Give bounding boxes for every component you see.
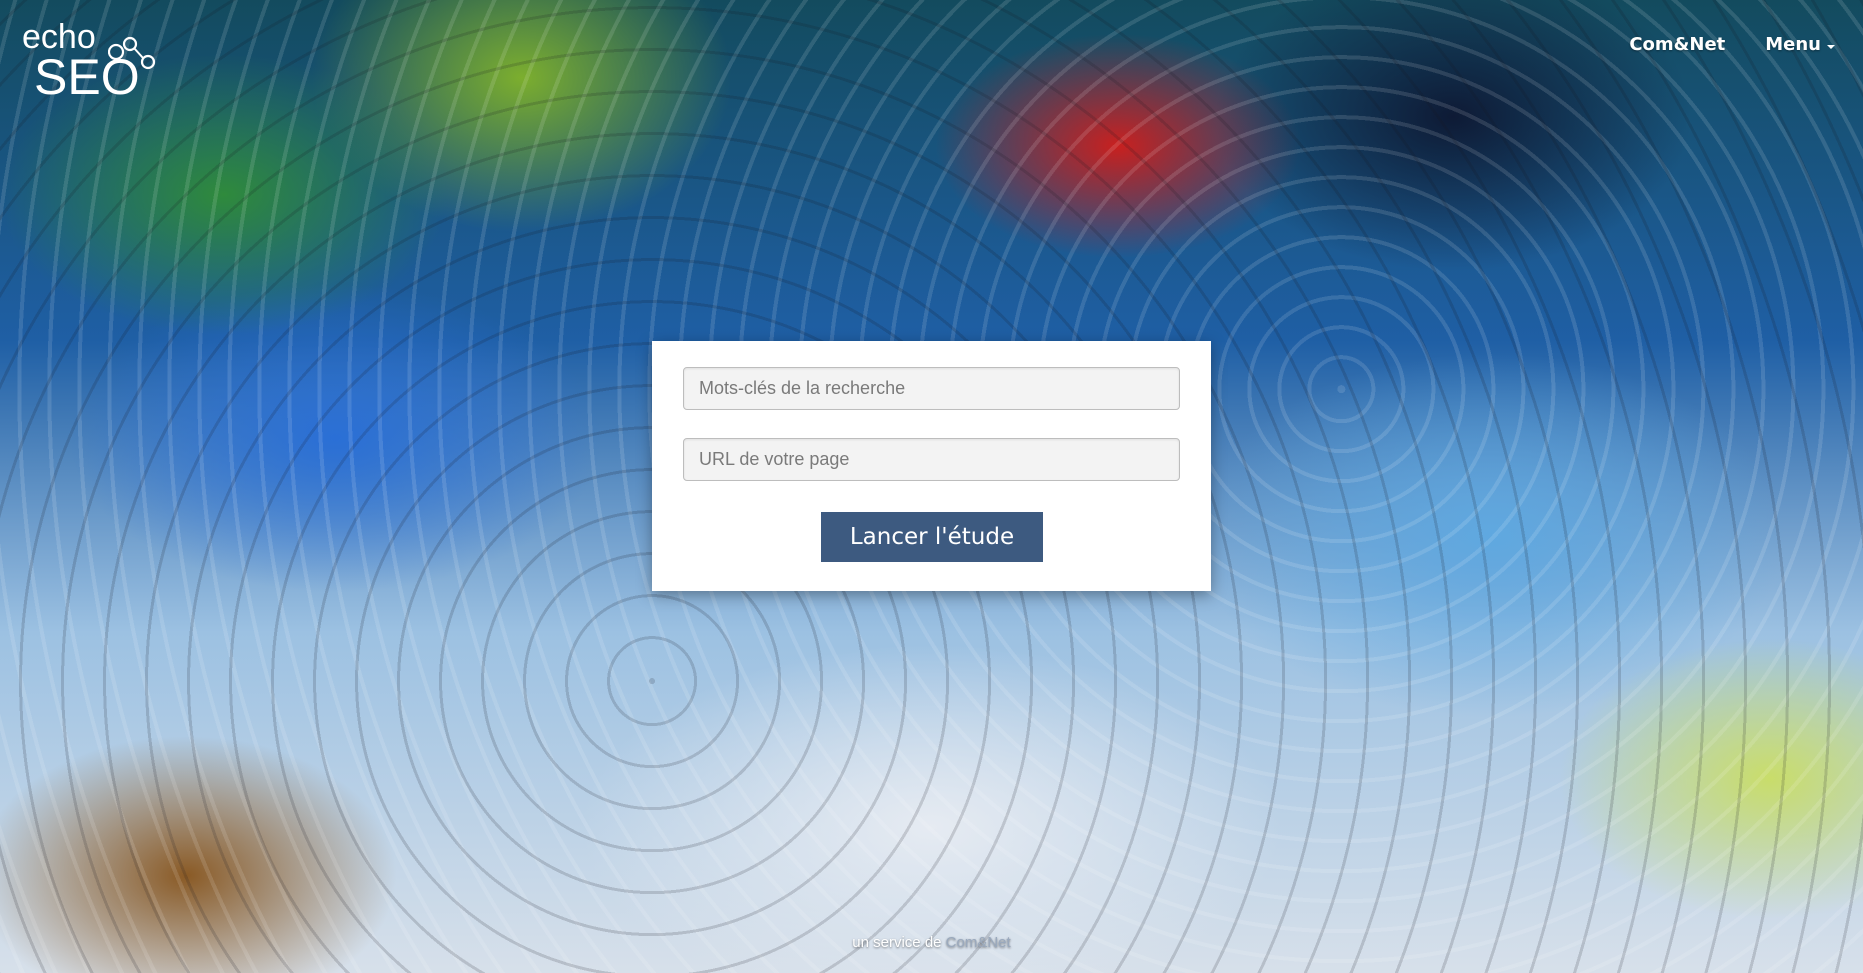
footer-comnet-link[interactable]: Com&Net — [946, 934, 1011, 951]
footer-credit: un service de Com&Net — [0, 934, 1863, 951]
nav-comnet-label: Com&Net — [1629, 34, 1726, 55]
study-form-card: Lancer l'étude — [652, 341, 1211, 591]
footer-prefix: un service de — [852, 934, 942, 951]
echo-seo-logo[interactable]: echo SEO — [22, 18, 162, 105]
keywords-input[interactable] — [683, 367, 1180, 410]
nav-menu-label: Menu — [1765, 34, 1821, 55]
nav-menu-dropdown[interactable]: Menu — [1765, 34, 1835, 55]
launch-study-button[interactable]: Lancer l'étude — [821, 512, 1043, 562]
nav-comnet-link[interactable]: Com&Net — [1629, 34, 1725, 55]
url-input[interactable] — [683, 438, 1180, 481]
caret-down-icon — [1827, 44, 1835, 49]
top-nav: Com&Net Menu — [1629, 34, 1835, 55]
logo-bubbles-icon — [108, 36, 156, 70]
